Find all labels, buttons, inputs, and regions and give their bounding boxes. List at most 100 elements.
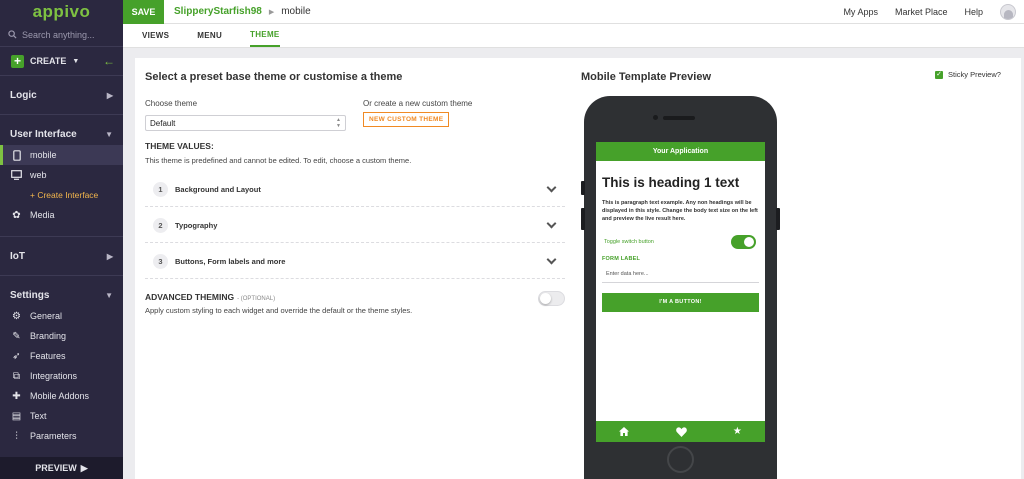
tab-menu[interactable]: MENU (197, 24, 222, 47)
accordion-title: Typography (175, 220, 218, 230)
integrations-icon: ⧉ (12, 370, 21, 382)
chevron-down-icon: ▼ (105, 129, 113, 139)
star-icon[interactable]: ★ (733, 426, 742, 437)
section-settings[interactable]: Settings ▼ (0, 284, 123, 306)
app-title-bar: Your Application (596, 142, 765, 161)
sidebar-item-label: Features (30, 351, 66, 361)
heart-icon[interactable] (675, 426, 687, 437)
tab-views[interactable]: VIEWS (142, 24, 169, 47)
sidebar-item-label: web (30, 170, 47, 180)
phone-side-button (581, 208, 585, 230)
create-interface-link[interactable]: + Create Interface (0, 185, 123, 205)
nav-my-apps[interactable]: My Apps (843, 7, 878, 17)
sidebar-item-branding[interactable]: ✎ Branding (0, 326, 123, 346)
sidebar-item-mobile-addons[interactable]: ✚ Mobile Addons (0, 386, 123, 406)
phone-camera (653, 115, 658, 120)
phone-speaker (663, 116, 695, 120)
sidebar-item-parameters[interactable]: ⫶ Parameters (0, 426, 123, 446)
sidebar-item-media[interactable]: ✿ Media (0, 205, 123, 225)
puzzle-icon: ✚ (12, 390, 21, 402)
phone-icon (11, 149, 22, 161)
preview-toggle-label: Toggle switch button (604, 238, 654, 245)
theme-select-value: Default (150, 118, 176, 128)
monitor-icon (11, 170, 22, 181)
gear-icon: ⚙ (12, 310, 21, 322)
sidebar-item-label: Text (30, 411, 47, 421)
theme-heading: Select a preset base theme or customise … (145, 71, 403, 83)
preview-heading-1: This is heading 1 text (602, 175, 740, 190)
optional-tag: - (OPTIONAL) (237, 296, 276, 302)
advanced-theming-title: ADVANCED THEMING (145, 292, 235, 302)
tab-theme[interactable]: THEME (250, 24, 280, 47)
theme-values-description: This theme is predefined and cannot be e… (145, 156, 412, 165)
sidebar-item-web[interactable]: web (0, 165, 123, 185)
chevron-right-icon: ▶ (106, 251, 113, 261)
accordion-typography[interactable]: 2 Typography (145, 208, 565, 243)
chevron-down-icon: ▼ (105, 290, 113, 300)
breadcrumb-current: mobile (281, 6, 311, 17)
document-icon: ▤ (11, 410, 22, 422)
media-icon: ✿ (12, 209, 21, 221)
search-input[interactable]: Search anything... (22, 30, 95, 40)
step-number: 2 (153, 217, 168, 233)
toggle-knob (540, 293, 551, 304)
rocket-icon: ➶ (12, 350, 21, 362)
save-button[interactable]: SAVE (123, 0, 164, 24)
preview-form-label: FORM LABEL (602, 255, 641, 262)
search-bar[interactable]: Search anything... (0, 24, 123, 46)
new-custom-theme-button[interactable]: NEW CUSTOM THEME (363, 112, 450, 127)
sidebar-item-features[interactable]: ➶ Features (0, 346, 123, 366)
preview-paragraph: This is paragraph text example. Any non … (602, 200, 758, 222)
preview-button[interactable]: I'M A BUTTON! (602, 292, 759, 312)
sidebar-item-label: Media (30, 210, 55, 220)
appivo-logo[interactable]: appivo (0, 0, 123, 24)
sidebar-item-text[interactable]: ▤ Text (0, 406, 123, 426)
theme-values-heading: THEME VALUES: (145, 141, 214, 151)
collapse-arrow-icon[interactable]: ← (103, 54, 115, 68)
sticky-preview-checkbox[interactable]: ✓ Sticky Preview? (935, 70, 1001, 79)
advanced-theming-toggle[interactable] (538, 291, 565, 306)
sidebar-item-label: mobile (30, 150, 57, 160)
section-iot[interactable]: IoT ▶ (0, 245, 123, 267)
sticky-preview-label: Sticky Preview? (948, 70, 1001, 79)
caret-down-icon: ▼ (72, 57, 80, 65)
choose-theme-label: Choose theme (145, 99, 198, 108)
sidebar: appivo Search anything... + CREATE ▼ ← L… (0, 0, 123, 479)
toggle-knob (744, 236, 754, 247)
phone-mockup: Your Application This is heading 1 text … (581, 96, 780, 479)
accordion-background-layout[interactable]: 1 Background and Layout (145, 172, 565, 207)
breadcrumb-separator-icon: ▶ (268, 8, 275, 16)
sliders-icon: ⫶ (15, 430, 18, 442)
theme-panel: Select a preset base theme or customise … (135, 58, 1021, 479)
chevron-down-icon (546, 254, 557, 265)
preview-button[interactable]: PREVIEW ▶ (0, 457, 123, 479)
section-ui-label: User Interface (10, 128, 77, 140)
section-iot-label: IoT (10, 250, 25, 262)
accordion-title: Background and Layout (175, 184, 261, 194)
custom-theme-label: Or create a new custom theme (363, 99, 473, 108)
phone-side-button (776, 208, 780, 230)
sidebar-item-integrations[interactable]: ⧉ Integrations (0, 366, 123, 386)
preview-toggle-row: Toggle switch button (604, 234, 756, 249)
create-button[interactable]: + CREATE ▼ ← (0, 47, 123, 75)
breadcrumb-app[interactable]: SlipperyStarfish98 (174, 6, 262, 17)
nav-help[interactable]: Help (964, 7, 983, 17)
user-icon (1003, 9, 1013, 19)
top-bar: SAVE SlipperyStarfish98 ▶ mobile My Apps… (123, 0, 1024, 24)
accordion-title: Buttons, Form labels and more (175, 256, 286, 266)
preview-input-field[interactable]: Enter data here... (602, 266, 759, 283)
brush-icon: ✎ (12, 330, 21, 342)
sidebar-item-mobile[interactable]: mobile (0, 145, 123, 165)
section-user-interface[interactable]: User Interface ▼ (0, 123, 123, 145)
avatar[interactable] (1000, 3, 1016, 20)
theme-select[interactable]: Default ▲ ▼ (145, 115, 346, 131)
chevron-right-icon: ▶ (106, 90, 113, 100)
home-icon[interactable] (619, 427, 630, 436)
section-settings-label: Settings (10, 289, 50, 301)
nav-market-place[interactable]: Market Place (895, 7, 948, 17)
sidebar-item-label: Mobile Addons (30, 391, 90, 401)
preview-toggle-switch[interactable] (731, 234, 756, 249)
accordion-buttons-form[interactable]: 3 Buttons, Form labels and more (145, 244, 565, 279)
sidebar-item-general[interactable]: ⚙ General (0, 306, 123, 326)
section-logic[interactable]: Logic ▶ (0, 84, 123, 106)
